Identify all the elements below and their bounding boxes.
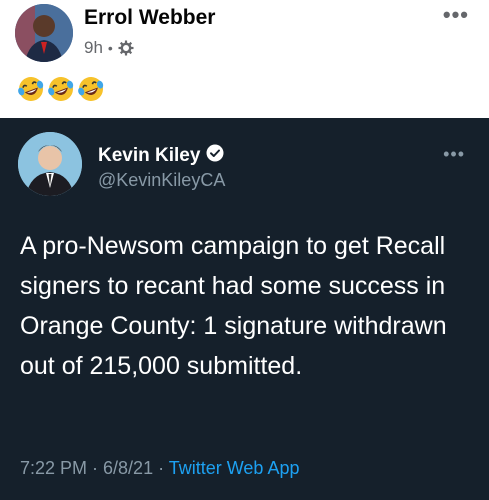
tweet-author-name-text[interactable]: Kevin Kiley [98, 145, 200, 167]
tweet-timestamp[interactable]: 7:22 PM · 6/8/21 · [20, 458, 169, 478]
tweet-author-name[interactable]: Kevin Kiley [98, 144, 224, 168]
tweet-author-handle[interactable]: @KevinKileyCA [98, 170, 225, 191]
tweet-text: A pro-Newsom campaign to get Recall sign… [20, 232, 447, 380]
laughing-crying-emoji-icon [18, 77, 44, 101]
meta-separator: • [107, 40, 113, 56]
verified-badge-icon [206, 144, 224, 168]
facebook-post: Errol Webber 9h • ••• [0, 0, 489, 120]
post-options-ellipsis-icon[interactable]: ••• [443, 2, 469, 28]
tweet-source-link[interactable]: Twitter Web App [169, 458, 300, 478]
gear-icon[interactable] [118, 40, 134, 56]
tweet-card[interactable]: Kevin Kiley @KevinKileyCA ••• A pro-News… [0, 118, 489, 500]
post-meta: 9h • [84, 38, 134, 58]
tweet-footer: 7:22 PM · 6/8/21 · Twitter Web App [20, 458, 299, 479]
post-time[interactable]: 9h [84, 38, 103, 58]
laughing-crying-emoji-icon [78, 77, 104, 101]
laughing-crying-emoji-icon [48, 77, 74, 101]
tweet-author-avatar[interactable] [18, 132, 82, 196]
post-text [16, 74, 106, 104]
author-name[interactable]: Errol Webber [84, 6, 215, 30]
author-avatar[interactable] [15, 4, 73, 62]
tweet-options-ellipsis-icon[interactable]: ••• [443, 144, 465, 165]
